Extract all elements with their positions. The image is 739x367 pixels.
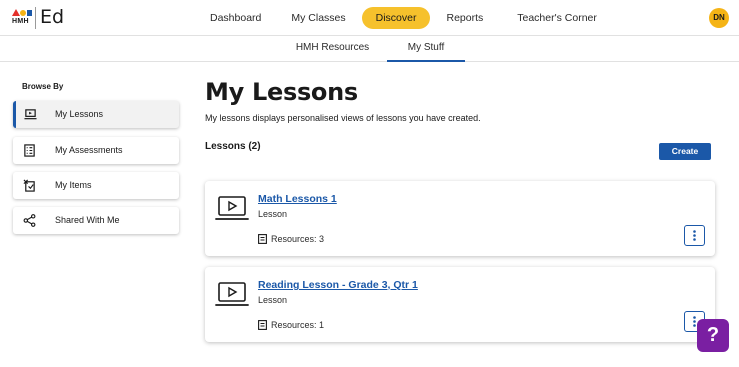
nav-my-classes[interactable]: My Classes xyxy=(277,7,359,29)
tab-hmh-resources[interactable]: HMH Resources xyxy=(285,36,380,62)
lesson-type: Lesson xyxy=(258,295,288,305)
lesson-card: Math Lessons 1 Lesson Resources: 3 xyxy=(205,181,715,256)
lesson-resources: Resources: 3 xyxy=(258,234,324,244)
kebab-menu-icon xyxy=(693,316,696,327)
sidebar-item-my-items[interactable]: My Items xyxy=(13,172,179,199)
top-bar: HMH Ed Dashboard My Classes Discover Rep… xyxy=(0,0,739,36)
logo-text: HMH xyxy=(12,18,29,25)
document-icon xyxy=(258,234,267,244)
sidebar-item-label: My Lessons xyxy=(55,109,104,119)
page-title: My Lessons xyxy=(205,78,358,106)
user-avatar[interactable]: DN xyxy=(709,8,729,28)
more-options-button[interactable] xyxy=(684,225,705,246)
lessons-count: Lessons (2) xyxy=(205,141,261,152)
create-button[interactable]: Create xyxy=(659,143,711,160)
main-nav: Dashboard My Classes Discover Reports Te… xyxy=(196,7,611,29)
video-lesson-icon xyxy=(215,282,249,306)
sidebar-item-my-assessments[interactable]: My Assessments xyxy=(13,137,179,164)
nav-dashboard[interactable]: Dashboard xyxy=(196,7,275,29)
logo-divider xyxy=(35,7,36,29)
sidebar-item-label: Shared With Me xyxy=(55,215,120,225)
resources-count: Resources: 1 xyxy=(271,320,325,330)
hmh-logo[interactable]: HMH xyxy=(10,6,32,30)
product-name: Ed xyxy=(40,6,65,28)
lesson-title-link[interactable]: Math Lessons 1 xyxy=(258,193,337,205)
sub-nav: HMH Resources My Stuff xyxy=(0,36,739,62)
checklist-icon xyxy=(24,144,35,157)
nav-reports[interactable]: Reports xyxy=(432,7,497,29)
sidebar-item-label: My Assessments xyxy=(55,145,123,155)
items-icon xyxy=(23,179,35,192)
document-icon xyxy=(258,320,267,330)
resources-count: Resources: 3 xyxy=(271,234,325,244)
lesson-resources: Resources: 1 xyxy=(258,320,324,330)
lesson-title-link[interactable]: Reading Lesson - Grade 3, Qtr 1 xyxy=(258,279,418,291)
share-icon xyxy=(23,214,36,227)
lesson-card: Reading Lesson - Grade 3, Qtr 1 Lesson R… xyxy=(205,267,715,342)
tab-my-stuff[interactable]: My Stuff xyxy=(387,36,465,62)
help-button[interactable]: ? xyxy=(697,319,729,352)
nav-discover[interactable]: Discover xyxy=(361,7,431,29)
sidebar-item-my-lessons[interactable]: My Lessons xyxy=(13,101,179,128)
nav-teachers-corner[interactable]: Teacher's Corner xyxy=(503,7,611,29)
sidebar-item-shared-with-me[interactable]: Shared With Me xyxy=(13,207,179,234)
kebab-menu-icon xyxy=(693,230,696,241)
browse-by-heading: Browse By xyxy=(22,82,64,91)
laptop-icon xyxy=(24,109,37,120)
video-lesson-icon xyxy=(215,196,249,220)
lesson-type: Lesson xyxy=(258,209,288,219)
logo-shapes-icon xyxy=(12,9,32,16)
page-description: My lessons displays personalised views o… xyxy=(205,113,481,123)
sidebar-item-label: My Items xyxy=(55,180,92,190)
